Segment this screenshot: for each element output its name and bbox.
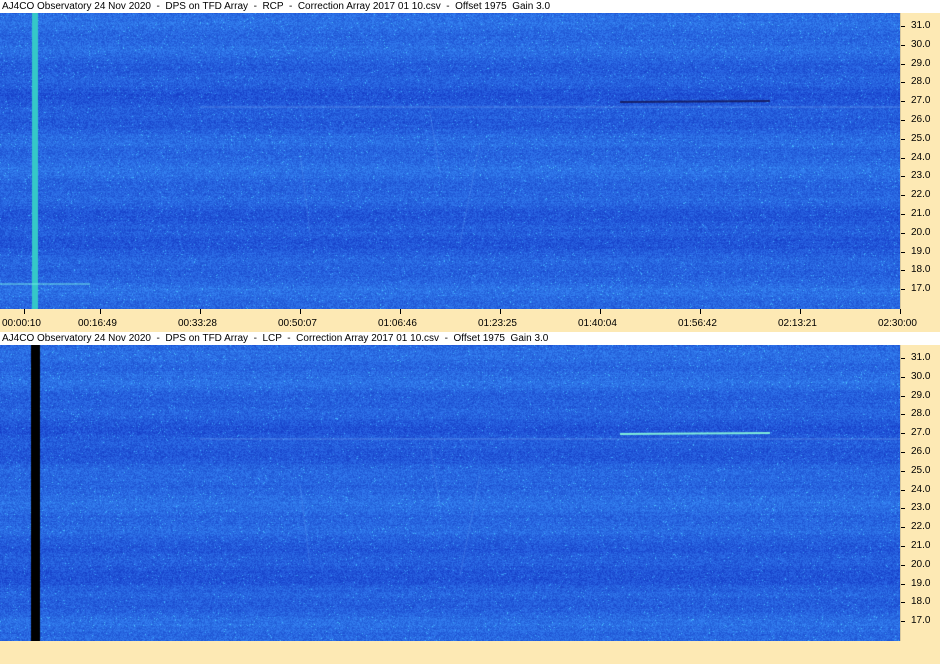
frequency-tick: 19.0 (901, 246, 940, 258)
frequency-tick: 20.0 (901, 227, 940, 239)
frequency-tick: 21.0 (901, 540, 940, 552)
time-tick (200, 309, 201, 314)
frequency-label: 24.0 (911, 151, 931, 163)
time-axis: 00:00:10 00:16:49 00:33:28 00:50:07 01:06:46… (0, 309, 940, 332)
time-label: 01:06:46 (378, 318, 417, 329)
time-label: 02:30:00 (878, 318, 917, 329)
frequency-label: 28.0 (911, 408, 931, 420)
rcp-frequency-axis: 31.0 30.0 29.0 28.0 27.0 26.0 25.0 24.0 23.0 22.0… (900, 13, 940, 309)
time-tick (100, 309, 101, 314)
time-tick (600, 309, 601, 314)
frequency-label: 22.0 (911, 521, 931, 533)
time-label: 00:00:10 (2, 318, 41, 329)
frequency-label: 29.0 (911, 57, 931, 69)
frequency-label: 23.0 (911, 502, 931, 514)
frequency-tick: 28.0 (901, 408, 940, 420)
frequency-tick: 29.0 (901, 390, 940, 402)
frequency-label: 18.0 (911, 596, 931, 608)
lcp-spectrogram[interactable] (0, 345, 900, 641)
frequency-label: 27.0 (911, 95, 931, 107)
time-label: 01:40:04 (578, 318, 617, 329)
bottom-panel-title: AJ4CO Observatory 24 Nov 2020 - DPS on T… (0, 332, 900, 345)
frequency-label: 20.0 (911, 558, 931, 570)
frequency-tick: 31.0 (901, 352, 940, 364)
frequency-tick: 24.0 (901, 152, 940, 164)
time-label: 01:56:42 (678, 318, 717, 329)
time-tick (300, 309, 301, 314)
frequency-tick: 27.0 (901, 95, 940, 107)
frequency-tick: 17.0 (901, 283, 940, 295)
lcp-spectrogram-canvas (0, 345, 900, 641)
time-label: 00:33:28 (178, 318, 217, 329)
frequency-label: 22.0 (911, 189, 931, 201)
time-label: 00:50:07 (278, 318, 317, 329)
frequency-label: 21.0 (911, 208, 931, 219)
frequency-tick: 21.0 (901, 208, 940, 220)
time-tick (900, 309, 901, 314)
frequency-tick: 25.0 (901, 133, 940, 145)
time-tick (800, 309, 801, 314)
frequency-tick: 31.0 (901, 20, 940, 32)
rcp-spectrogram[interactable] (0, 13, 900, 309)
frequency-tick: 17.0 (901, 615, 940, 627)
frequency-tick: 26.0 (901, 114, 940, 126)
rcp-spectrogram-canvas (0, 13, 900, 309)
time-tick (24, 309, 25, 314)
frequency-label: 25.0 (911, 464, 931, 476)
frequency-label: 26.0 (911, 114, 931, 125)
frequency-tick: 27.0 (901, 427, 940, 439)
frequency-label: 26.0 (911, 446, 931, 457)
frequency-tick: 28.0 (901, 76, 940, 88)
frequency-tick: 30.0 (901, 371, 940, 383)
frequency-tick: 23.0 (901, 502, 940, 514)
frequency-label: 25.0 (911, 132, 931, 144)
frequency-tick: 25.0 (901, 465, 940, 477)
frequency-tick: 19.0 (901, 578, 940, 590)
frequency-label: 30.0 (911, 38, 931, 50)
frequency-label: 17.0 (911, 283, 931, 295)
frequency-tick: 30.0 (901, 39, 940, 51)
frequency-tick: 24.0 (901, 484, 940, 496)
frequency-tick: 26.0 (901, 446, 940, 458)
frequency-label: 24.0 (911, 483, 931, 495)
frequency-tick: 23.0 (901, 170, 940, 182)
frequency-label: 31.0 (911, 20, 931, 31)
frequency-label: 20.0 (911, 226, 931, 238)
frequency-tick: 29.0 (901, 58, 940, 70)
time-tick (400, 309, 401, 314)
frequency-label: 30.0 (911, 370, 931, 382)
frequency-label: 18.0 (911, 264, 931, 276)
time-label: 00:16:49 (78, 318, 117, 329)
time-label: 02:13:21 (778, 318, 817, 329)
time-label: 01:23:25 (478, 318, 517, 329)
frequency-label: 31.0 (911, 352, 931, 363)
frequency-tick: 18.0 (901, 596, 940, 608)
frequency-tick: 22.0 (901, 189, 940, 201)
frequency-label: 19.0 (911, 245, 931, 257)
lcp-frequency-axis: 31.0 30.0 29.0 28.0 27.0 26.0 25.0 24.0 23.0 22.0… (900, 345, 940, 641)
frequency-tick: 20.0 (901, 559, 940, 571)
time-tick (500, 309, 501, 314)
frequency-label: 19.0 (911, 577, 931, 589)
time-tick (700, 309, 701, 314)
frequency-label: 28.0 (911, 76, 931, 88)
frequency-tick: 22.0 (901, 521, 940, 533)
frequency-label: 23.0 (911, 170, 931, 182)
frequency-label: 27.0 (911, 427, 931, 439)
frequency-label: 29.0 (911, 389, 931, 401)
frequency-label: 17.0 (911, 615, 931, 627)
top-panel-title: AJ4CO Observatory 24 Nov 2020 - DPS on T… (0, 0, 900, 13)
frequency-label: 21.0 (911, 540, 931, 551)
bottom-time-axis-bar (0, 641, 940, 664)
frequency-tick: 18.0 (901, 264, 940, 276)
